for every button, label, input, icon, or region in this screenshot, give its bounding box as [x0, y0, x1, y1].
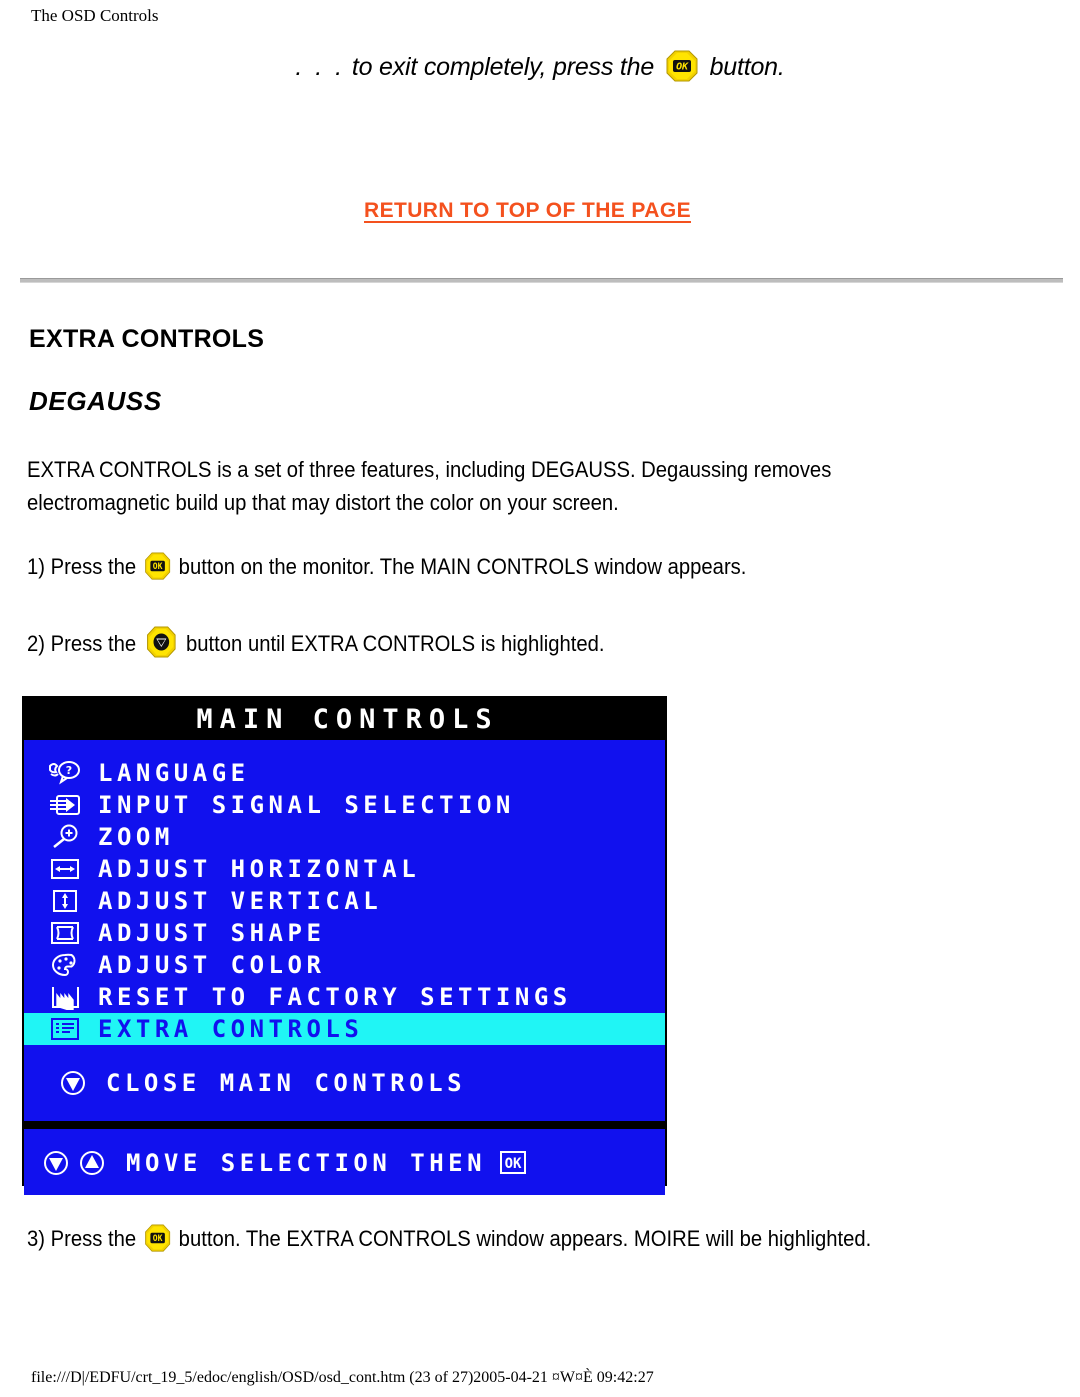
svg-text:OK: OK: [153, 1233, 164, 1243]
step-3-text-after: button. The EXTRA CONTROLS window appear…: [178, 1226, 872, 1251]
step-1-text-after: button on the monitor. The MAIN CONTROLS…: [178, 554, 747, 579]
section-divider: [20, 278, 1063, 283]
subsection-title: DEGAUSS: [29, 386, 162, 416]
step-3-text-before: Press the: [50, 1226, 137, 1251]
osd-item-adjust-horizontal[interactable]: ADJUST HORIZONTAL: [24, 853, 665, 885]
step-2: 2) Press the button until EXTRA CONTROLS…: [27, 626, 910, 660]
svg-text:OK: OK: [505, 1156, 522, 1172]
osd-item-label: ADJUST COLOR: [98, 951, 326, 979]
svg-text:?: ?: [66, 764, 72, 777]
osd-title-bar: MAIN CONTROLS: [24, 698, 665, 740]
osd-item-label: ADJUST SHAPE: [98, 919, 326, 947]
ok-button-icon: OK: [144, 552, 171, 580]
down-arrow-circle-icon: [50, 1068, 96, 1098]
osd-hint-label: MOVE SELECTION THEN: [126, 1149, 487, 1177]
osd-item-label: ADJUST HORIZONTAL: [98, 855, 421, 883]
file-path-footer: file:///D|/EDFU/crt_19_5/edoc/english/OS…: [31, 1369, 654, 1386]
adjust-vertical-icon: [42, 886, 88, 916]
osd-hint-row: MOVE SELECTION THEN OK: [24, 1147, 665, 1179]
ok-glyph-icon: OK: [498, 1150, 528, 1176]
reset-factory-icon: [42, 982, 88, 1012]
return-to-top-link[interactable]: RETURN TO TOP OF THE PAGE: [364, 199, 691, 223]
svg-text:OK: OK: [153, 561, 164, 571]
osd-item-extra-controls[interactable]: EXTRA CONTROLS: [24, 1013, 665, 1045]
running-header: The OSD Controls: [31, 6, 159, 25]
adjust-horizontal-icon: [42, 854, 88, 884]
svg-text:OK: OK: [676, 62, 689, 73]
adjust-color-palette-icon: [42, 950, 88, 980]
intro-text-after: button.: [709, 53, 785, 81]
step-1-text-before: Press the: [50, 554, 137, 579]
page-title: EXTRA CONTROLS: [29, 325, 265, 353]
intro-instruction: . . . to exit completely, press the OK b…: [0, 50, 1080, 83]
language-face-question-icon: ?: [42, 758, 88, 788]
osd-item-zoom[interactable]: ZOOM: [24, 821, 665, 853]
osd-item-label: LANGUAGE: [98, 759, 250, 787]
osd-item-label: INPUT SIGNAL SELECTION: [98, 791, 515, 819]
step-2-text-before: Press the: [50, 631, 137, 656]
leading-ellipsis: . . .: [295, 53, 346, 81]
osd-item-adjust-shape[interactable]: ADJUST SHAPE: [24, 917, 665, 949]
step-2-text-after: button until EXTRA CONTROLS is highlight…: [186, 631, 605, 656]
down-button-icon: [146, 626, 176, 658]
intro-text-before: to exit completely, press the: [345, 53, 655, 81]
step-1-number: 1): [27, 554, 45, 579]
osd-menu-list: ? LANGUAGE INPUT SIGNAL SELECTION ZOOM A…: [24, 740, 665, 1049]
input-signal-arrow-icon: [42, 790, 88, 820]
osd-item-label: CLOSE MAIN CONTROLS: [106, 1069, 467, 1097]
ok-button-icon: OK: [144, 1224, 171, 1252]
osd-item-close-main-controls[interactable]: CLOSE MAIN CONTROLS: [24, 1067, 665, 1099]
osd-item-language[interactable]: ? LANGUAGE: [24, 757, 665, 789]
step-3: 3) Press the OK button. The EXTRA CONTRO…: [27, 1222, 1011, 1255]
step-3-number: 3): [27, 1226, 45, 1251]
osd-main-controls-window: MAIN CONTROLS ? LANGUAGE INPUT SIGNAL SE…: [22, 696, 667, 1195]
step-2-number: 2): [27, 631, 45, 656]
osd-item-reset-to-factory-settings[interactable]: RESET TO FACTORY SETTINGS: [24, 981, 665, 1013]
adjust-shape-icon: [42, 918, 88, 948]
osd-item-label: RESET TO FACTORY SETTINGS: [98, 983, 572, 1011]
osd-item-adjust-color[interactable]: ADJUST COLOR: [24, 949, 665, 981]
osd-item-label: EXTRA CONTROLS: [98, 1015, 364, 1043]
osd-item-adjust-vertical[interactable]: ADJUST VERTICAL: [24, 885, 665, 917]
intro-paragraph: EXTRA CONTROLS is a set of three feature…: [27, 457, 832, 515]
ok-button-icon: OK: [666, 50, 698, 82]
zoom-magnifier-plus-icon: [42, 822, 88, 852]
down-up-arrow-circle-icons: [40, 1149, 116, 1177]
step-1: 1) Press the OK button on the monitor. T…: [27, 550, 910, 583]
extra-controls-list-icon: [42, 1014, 88, 1044]
osd-body: ? LANGUAGE INPUT SIGNAL SELECTION ZOOM A…: [24, 740, 665, 1195]
osd-item-label: ADJUST VERTICAL: [98, 887, 383, 915]
osd-hint-bar: MOVE SELECTION THEN OK: [24, 1126, 665, 1195]
osd-item-label: ZOOM: [98, 823, 174, 851]
osd-item-input-signal-selection[interactable]: INPUT SIGNAL SELECTION: [24, 789, 665, 821]
osd-close-section: CLOSE MAIN CONTROLS: [24, 1049, 665, 1126]
